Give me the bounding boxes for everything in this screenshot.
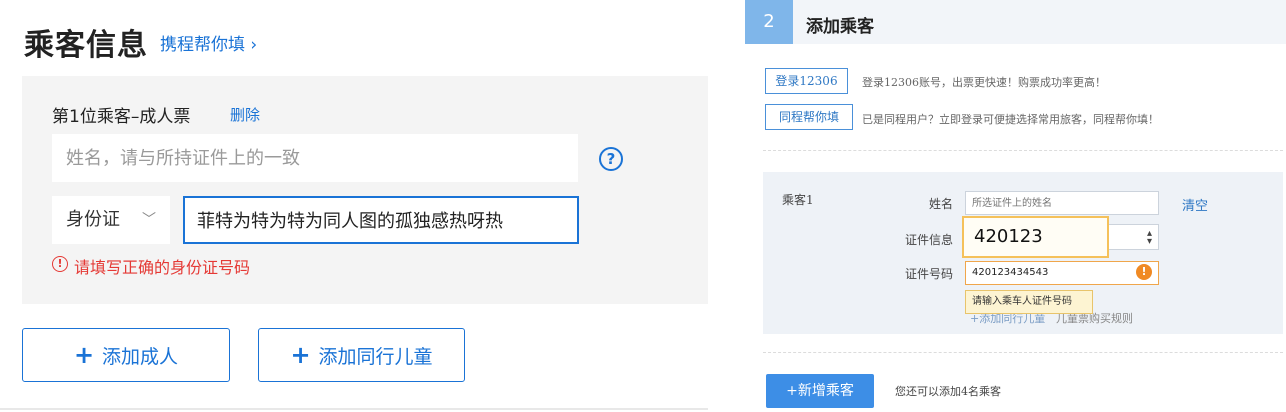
add-passenger-button[interactable]: +新增乘客 <box>766 374 874 408</box>
name-label: 姓名 <box>928 197 953 211</box>
divider <box>763 150 1283 151</box>
id-number-input[interactable]: 420123434543 <box>965 261 1159 285</box>
auto-fill-button[interactable]: 同程帮你填 <box>765 104 853 130</box>
passenger-label: 乘客1 <box>782 193 814 207</box>
id-type-select[interactable]: 身份证 ﹀ <box>52 196 170 244</box>
help-icon[interactable]: ? <box>599 147 623 171</box>
id-info-label: 证件信息 <box>904 233 953 247</box>
id-type-label: 身份证 <box>66 209 120 230</box>
name-input[interactable] <box>52 134 578 182</box>
warning-icon: ! <box>1136 264 1152 280</box>
add-child-button[interactable]: + 添加同行儿童 <box>258 328 465 382</box>
auto-fill-link[interactable]: 携程帮你填 › <box>160 30 257 55</box>
add-adult-label: 添加成人 <box>102 345 179 368</box>
id-number-input[interactable] <box>183 196 579 244</box>
add-child-label: 添加同行儿童 <box>318 345 433 368</box>
chevron-down-icon: ﹀ <box>142 212 156 228</box>
plus-icon: + <box>73 341 95 369</box>
id-info-popup: 420123 434543 <box>962 216 1109 285</box>
delete-passenger-link[interactable]: 删除 <box>230 104 260 125</box>
login-note: 登录12306账号，出票更快速！购票成功率更高！ <box>862 76 1106 89</box>
divider <box>763 352 1283 353</box>
error-icon: ! <box>52 256 68 272</box>
clear-link[interactable]: 清空 <box>1182 195 1208 214</box>
plus-icon: + <box>290 341 311 369</box>
add-adult-button[interactable]: + 添加成人 <box>22 328 230 382</box>
login-12306-button[interactable]: 登录12306 <box>765 68 848 94</box>
step-number-badge: 2 <box>745 0 793 44</box>
section-title: 添加乘客 <box>806 17 874 37</box>
select-arrows-icon: ▴ ▾ <box>1146 228 1152 247</box>
validation-tooltip: 请输入乘车人证件号码 <box>965 290 1093 314</box>
page-title: 乘客信息 <box>24 28 148 63</box>
id-number-label: 证件号码 <box>904 267 953 281</box>
remaining-passengers-note: 您还可以添加4名乘客 <box>895 385 1001 398</box>
auto-fill-note: 已是同程用户？立即登录可便捷选择常用旅客，同程帮你填！ <box>862 113 1159 126</box>
divider <box>0 408 708 410</box>
error-message: 请填写正确的身份证号码 <box>74 258 251 277</box>
name-input[interactable] <box>965 191 1159 215</box>
passenger-title: 第1位乘客–成人票 <box>52 107 191 127</box>
